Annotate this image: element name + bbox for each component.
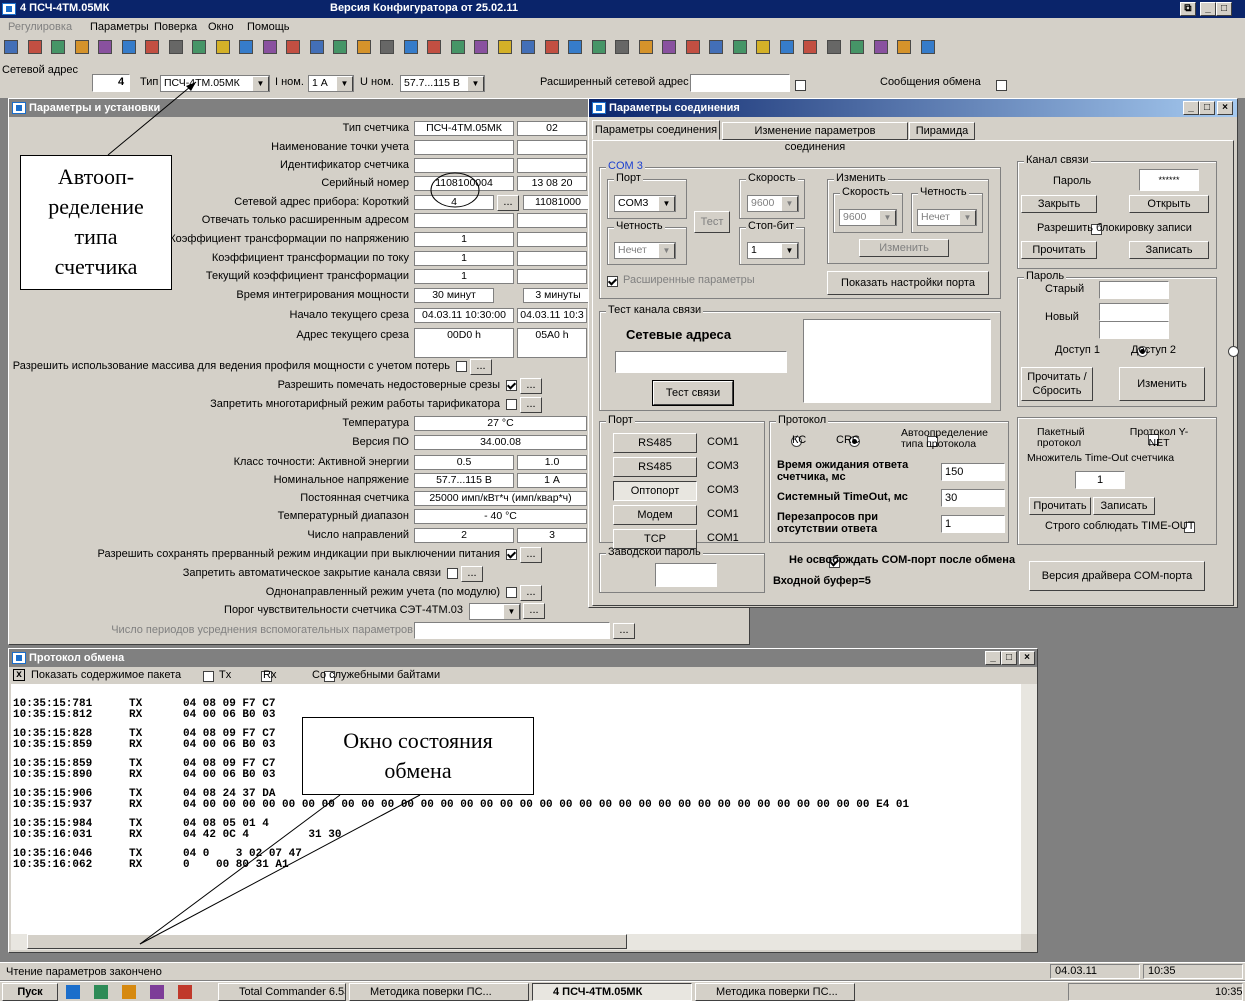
tray-clock: 10:35 [1215, 986, 1243, 998]
task-method-2[interactable]: Методика поверки ПС... [695, 983, 855, 1001]
quick-launch-icon[interactable] [122, 985, 136, 999]
status-time: 10:35 [1143, 964, 1243, 979]
quick-launch-icon[interactable] [94, 985, 108, 999]
quick-launch-icon[interactable] [178, 985, 192, 999]
task-method-1[interactable]: Методика поверки ПС... [349, 983, 529, 1001]
callout-pointers [107, 81, 480, 945]
taskbar: Пуск Total Commander 6.53 - ... Методика… [0, 981, 1245, 1001]
quick-launch-icon[interactable] [150, 985, 164, 999]
statusbar: Чтение параметров закончено 04.03.11 10:… [0, 962, 1245, 980]
status-text: Чтение параметров закончено [6, 966, 162, 978]
start-button[interactable]: Пуск [2, 983, 58, 1001]
task-app[interactable]: 4 ПСЧ-4ТМ.05МК [532, 983, 692, 1001]
quick-launch-icon[interactable] [66, 985, 80, 999]
status-date: 04.03.11 [1050, 964, 1140, 979]
task-total-commander[interactable]: Total Commander 6.53 - ... [218, 983, 346, 1001]
system-tray: 10:35 [1068, 983, 1243, 1001]
